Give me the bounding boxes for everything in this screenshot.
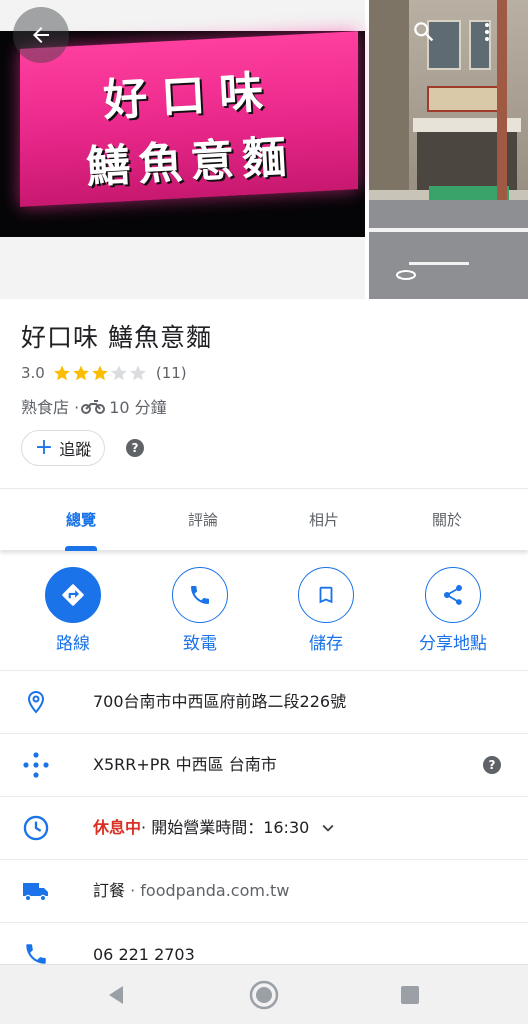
- street-view-360-icon: [395, 266, 417, 285]
- nav-back-button[interactable]: [96, 977, 136, 1013]
- divider: [0, 859, 528, 860]
- sign-text-line1: 好口味: [102, 66, 279, 127]
- tab-overview[interactable]: 總覽: [20, 489, 142, 551]
- directions-circle: [45, 567, 101, 623]
- home-circle-icon: [249, 980, 279, 1010]
- divider: [0, 796, 528, 797]
- place-name: 好口味 鱔魚意麵: [21, 323, 212, 352]
- bookmark-icon: [319, 586, 333, 604]
- directions-icon: [62, 584, 84, 606]
- hours-row[interactable]: 休息中 · 開始營業時間：16:30: [93, 817, 339, 839]
- call-button[interactable]: 致電: [148, 567, 252, 657]
- divider: [0, 670, 528, 671]
- arrow-back-icon: [33, 27, 49, 43]
- delivery-truck-icon: [18, 873, 54, 909]
- road-marking: [409, 262, 469, 265]
- hours-detail: · 開始營業時間：16:30: [141, 818, 310, 837]
- follow-button[interactable]: + 追蹤: [21, 430, 105, 466]
- save-label: 儲存: [309, 634, 343, 654]
- directions-button[interactable]: 路線: [21, 567, 125, 657]
- rating-row[interactable]: 3.0 (11): [21, 363, 187, 383]
- star-empty-icon: [110, 365, 127, 381]
- plus-code-help-icon[interactable]: ?: [483, 756, 501, 774]
- phone-number-text[interactable]: 06 221 2703: [93, 944, 195, 966]
- star-filled-icon: [53, 365, 70, 381]
- active-tab-indicator: [65, 546, 97, 551]
- rating-stars: [53, 364, 148, 382]
- motorcycle-icon: [81, 400, 106, 414]
- save-circle: [298, 567, 354, 623]
- directions-label: 路線: [56, 634, 90, 654]
- square-recents-icon: [401, 986, 419, 1004]
- photo-header: 好口味 鱔魚意麵: [0, 0, 528, 299]
- order-label: 訂餐: [93, 881, 126, 900]
- travel-time: 10 分鐘: [109, 398, 167, 417]
- more-vert-icon: [485, 23, 489, 41]
- call-circle: [172, 567, 228, 623]
- share-button[interactable]: 分享地點: [401, 567, 505, 657]
- category-label: 熟食店 ·: [21, 398, 80, 417]
- address-text[interactable]: 700台南市中西區府前路二段226號: [93, 691, 346, 713]
- chevron-down-icon: [322, 824, 334, 832]
- tab-about[interactable]: 關於: [386, 489, 508, 551]
- help-icon[interactable]: ?: [126, 439, 144, 457]
- street-shop-sign: [427, 86, 507, 112]
- road-marking: [369, 228, 528, 232]
- location-pin-icon: [18, 684, 54, 720]
- hours-status: 休息中: [93, 818, 142, 837]
- nav-home-button[interactable]: [244, 977, 284, 1013]
- share-icon: [443, 585, 462, 605]
- order-site: · foodpanda.com.tw: [125, 881, 290, 900]
- follow-label: 追蹤: [59, 440, 92, 459]
- phone-icon: [191, 586, 209, 604]
- more-options-button[interactable]: [461, 6, 513, 58]
- system-nav-bar: [0, 964, 528, 1024]
- search-icon: [414, 22, 434, 42]
- triangle-back-icon: [109, 986, 123, 1004]
- star-filled-icon: [91, 365, 108, 381]
- review-count: (11): [155, 364, 187, 382]
- plus-code-text[interactable]: X5RR+PR 中西區 台南市: [93, 754, 277, 776]
- back-button[interactable]: [13, 7, 69, 63]
- star-empty-icon: [129, 365, 146, 381]
- save-button[interactable]: 儲存: [274, 567, 378, 657]
- search-button[interactable]: [398, 6, 450, 58]
- share-circle: [425, 567, 481, 623]
- clock-icon: [18, 810, 54, 846]
- street-road: [369, 200, 528, 299]
- tab-reviews[interactable]: 評論: [142, 489, 264, 551]
- tab-photos[interactable]: 相片: [263, 489, 385, 551]
- share-label: 分享地點: [419, 634, 487, 654]
- call-label: 致電: [183, 634, 217, 654]
- plus-icon: +: [34, 435, 54, 460]
- tab-bar: 總覽 評論 相片 關於: [0, 488, 528, 551]
- divider: [0, 922, 528, 923]
- plus-code-icon: [18, 747, 54, 783]
- nav-recents-button[interactable]: [390, 977, 430, 1013]
- order-row[interactable]: 訂餐 · foodpanda.com.tw: [93, 880, 289, 902]
- rating-value: 3.0: [21, 364, 45, 382]
- star-filled-icon: [72, 365, 89, 381]
- category-row: 熟食店 · 10 分鐘: [21, 395, 167, 417]
- divider: [0, 733, 528, 734]
